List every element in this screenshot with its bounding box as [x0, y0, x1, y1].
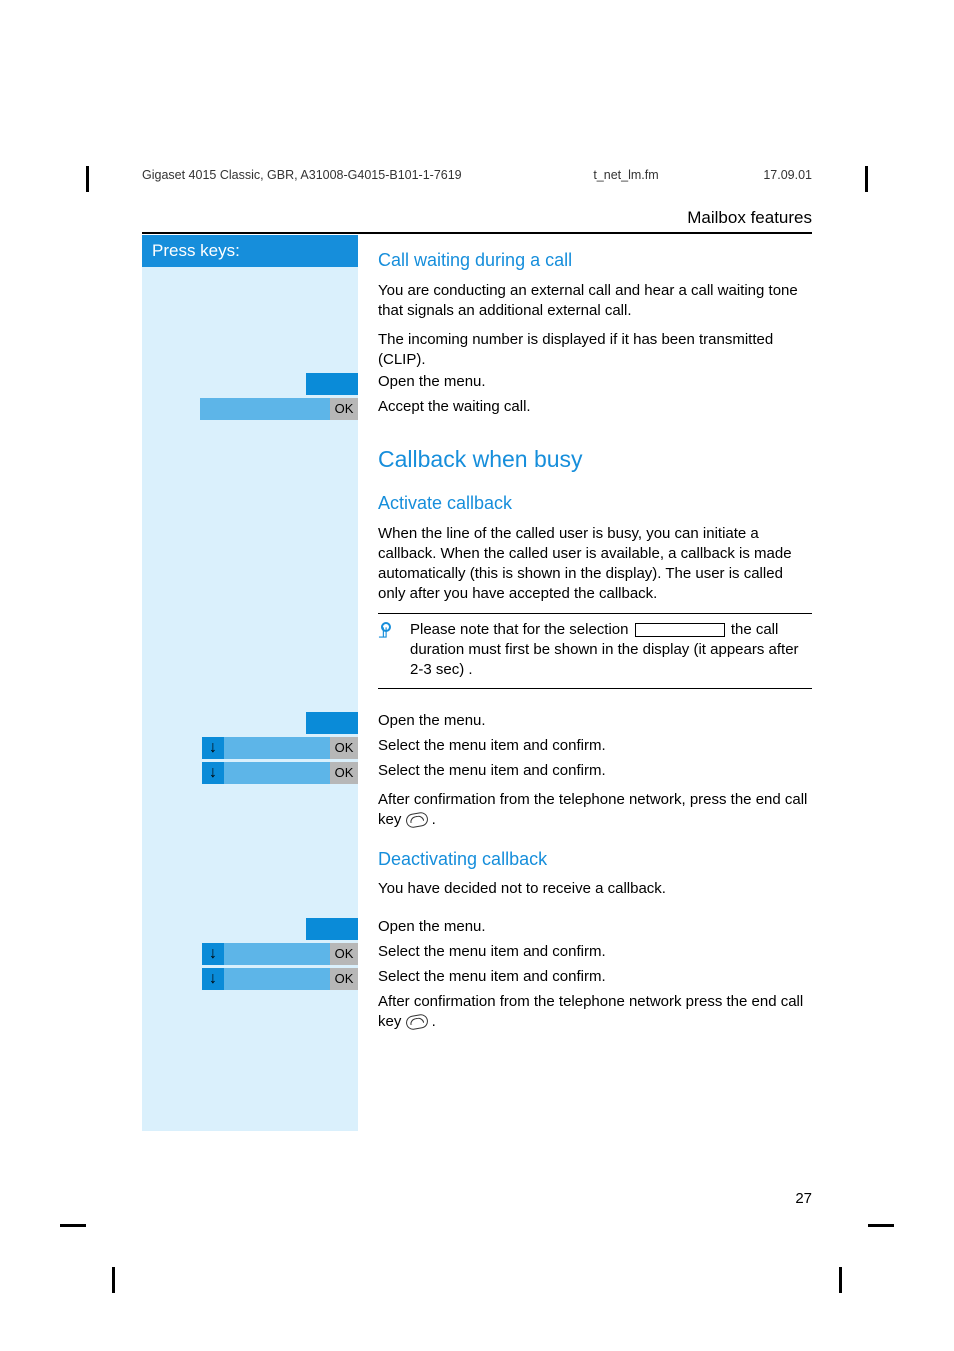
heading-activate-callback: Activate callback [378, 492, 812, 516]
info-text: Please note that for the selection the c… [410, 620, 812, 679]
down-arrow-icon: ↓ [202, 762, 224, 784]
file-name: t_net_lm.fm [593, 168, 763, 182]
menu-key-icon [306, 373, 358, 395]
ok-key: OK [330, 762, 358, 784]
down-arrow-icon: ↓ [202, 943, 224, 965]
crop-mark [60, 1224, 86, 1227]
step-open-menu: Open the menu. [378, 712, 812, 729]
doc-date: 17.09.01 [763, 168, 812, 182]
content-column-3: After confirmation from the telephone ne… [378, 790, 812, 909]
step-text: Open the menu. [378, 712, 486, 729]
key-row-down-ok: ↓ OK [202, 968, 358, 990]
display-field [200, 398, 330, 420]
end-call-key-icon [404, 811, 428, 829]
ok-key: OK [330, 737, 358, 759]
heading-callback-busy: Callback when busy [378, 444, 812, 474]
after-text: After confirmation from the telephone ne… [378, 993, 803, 1030]
key-row-menu-2 [306, 712, 358, 734]
ok-key: OK [330, 968, 358, 990]
section-title: Mailbox features [142, 208, 812, 234]
ok-key: OK [330, 943, 358, 965]
step-open-menu: Open the menu. [378, 373, 812, 390]
step-text: Open the menu. [378, 918, 486, 935]
crop-mark [112, 1267, 115, 1293]
note-part-a: Please note that for the selection [410, 621, 628, 638]
step-select-confirm: Select the menu item and confirm. [378, 737, 812, 754]
crop-mark [86, 166, 89, 192]
heading-deactivate-callback: Deactivating callback [378, 848, 812, 872]
press-keys-sidebar: Press keys: OK ↓ OK ↓ OK ↓ OK ↓ OK [142, 235, 358, 1131]
sidebar-title: Press keys: [142, 235, 358, 267]
key-row-menu [306, 373, 358, 395]
display-field [224, 762, 330, 784]
step-select-confirm: Select the menu item and confirm. [378, 943, 812, 960]
down-arrow-icon: ↓ [202, 737, 224, 759]
body-text: When the line of the called user is busy… [378, 524, 812, 603]
info-note: ╜ Please note that for the selection the… [378, 620, 812, 679]
step-text: Accept the waiting call. [378, 398, 531, 415]
step-text: Select the menu item and confirm. [378, 762, 606, 779]
key-row-ok: OK [200, 398, 358, 420]
display-field [224, 968, 330, 990]
body-text: You are conducting an external call and … [378, 281, 812, 321]
key-row-down-ok: ↓ OK [202, 762, 358, 784]
step-open-menu: Open the menu. [378, 918, 812, 935]
step-text: Select the menu item and confirm. [378, 968, 606, 985]
info-icon: ╜ [378, 620, 410, 679]
down-arrow-icon: ↓ [202, 968, 224, 990]
content-column: Call waiting during a call You are condu… [378, 235, 812, 380]
ok-key: OK [330, 398, 358, 420]
after-tail: . [428, 811, 436, 828]
step-select-confirm: Select the menu item and confirm. [378, 968, 812, 985]
display-field-placeholder [635, 623, 725, 637]
heading-call-waiting: Call waiting during a call [378, 249, 812, 273]
key-row-down-ok: ↓ OK [202, 943, 358, 965]
display-field [224, 737, 330, 759]
step-select-confirm: Select the menu item and confirm. [378, 762, 812, 779]
crop-mark [839, 1267, 842, 1293]
menu-key-icon [306, 712, 358, 734]
body-text: The incoming number is displayed if it h… [378, 330, 812, 370]
step-accept: Accept the waiting call. [378, 398, 812, 415]
after-tail: . [428, 1013, 436, 1030]
menu-key-icon [306, 918, 358, 940]
crop-mark [868, 1224, 894, 1227]
body-text: After confirmation from the telephone ne… [378, 992, 812, 1032]
crop-mark [865, 166, 868, 192]
key-row-down-ok: ↓ OK [202, 737, 358, 759]
key-row-menu-3 [306, 918, 358, 940]
step-text: Select the menu item and confirm. [378, 737, 606, 754]
body-text: You have decided not to receive a callba… [378, 879, 812, 899]
body-text: After confirmation from the telephone ne… [378, 790, 812, 830]
content-column-2: Callback when busy Activate callback Whe… [378, 422, 812, 695]
section-title-text: Mailbox features [687, 208, 812, 227]
page-header: Gigaset 4015 Classic, GBR, A31008-G4015-… [142, 168, 812, 182]
end-call-key-icon [404, 1013, 428, 1031]
doc-id: Gigaset 4015 Classic, GBR, A31008-G4015-… [142, 168, 593, 182]
step-text: Select the menu item and confirm. [378, 943, 606, 960]
divider [378, 688, 812, 689]
display-field [224, 943, 330, 965]
step-text: Open the menu. [378, 373, 486, 390]
content-column-4: After confirmation from the telephone ne… [378, 992, 812, 1042]
after-text: After confirmation from the telephone ne… [378, 791, 807, 828]
divider [378, 613, 812, 614]
page-number: 27 [795, 1190, 812, 1207]
